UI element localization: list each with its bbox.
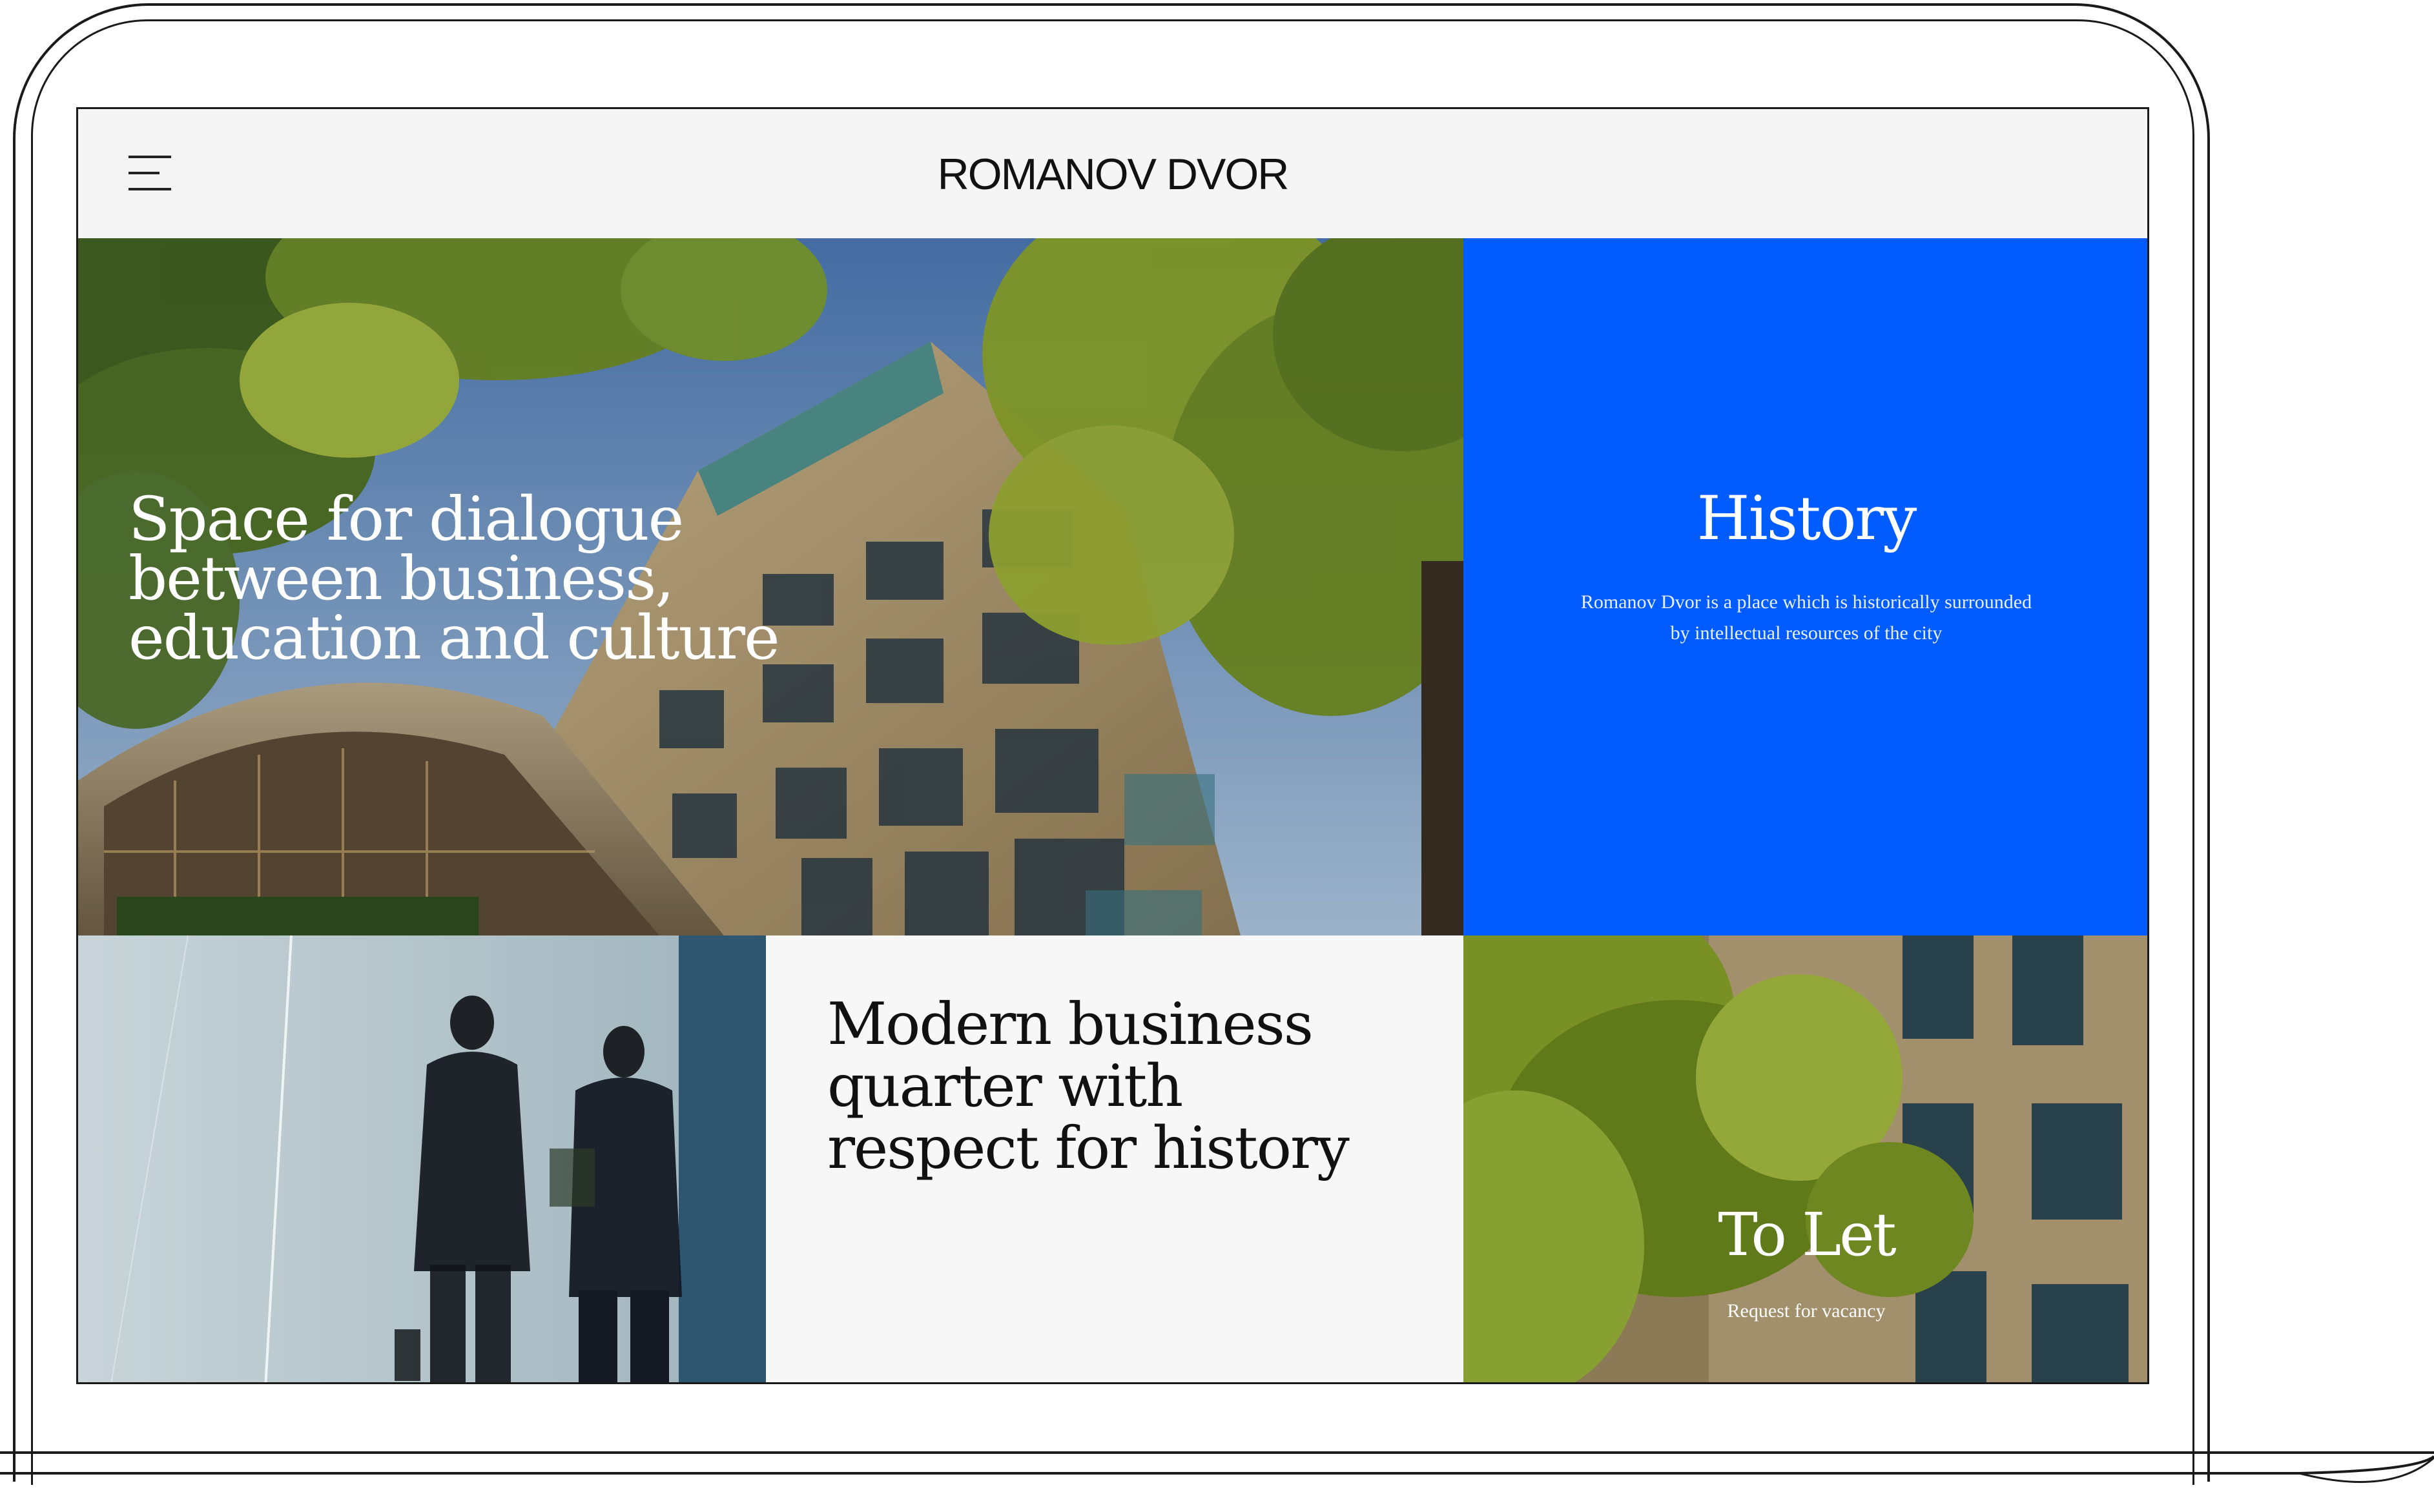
business-people-photo-tile [78, 935, 766, 1382]
history-description: Romanov Dvor is a place which is histori… [1580, 591, 2032, 644]
site-logo[interactable]: ROMANOV DVOR [78, 149, 2147, 199]
hero-tile: Space for dialogue between business, edu… [78, 238, 1463, 935]
site-header: ROMANOV DVOR [78, 109, 2147, 239]
modern-quarter-title: Modern business quarter with respect for… [827, 990, 1350, 1182]
to-let-tile[interactable]: To Let Request for vacancy [1463, 935, 2147, 1382]
laptop-base [0, 1451, 2434, 1483]
business-people-photo [78, 935, 766, 1382]
history-tile[interactable]: History Romanov Dvor is a place which is… [1463, 238, 2147, 935]
browser-screen: ROMANOV DVOR Space for dialogue between … [76, 107, 2149, 1384]
history-title: History [1697, 484, 1917, 554]
modern-quarter-tile: Modern business quarter with respect for… [766, 935, 1463, 1382]
to-let-title: To Let [1718, 1200, 1896, 1269]
hero-title: Space for dialogue between business, edu… [129, 484, 780, 673]
request-vacancy-link[interactable]: Request for vacancy [1463, 1300, 2147, 1322]
